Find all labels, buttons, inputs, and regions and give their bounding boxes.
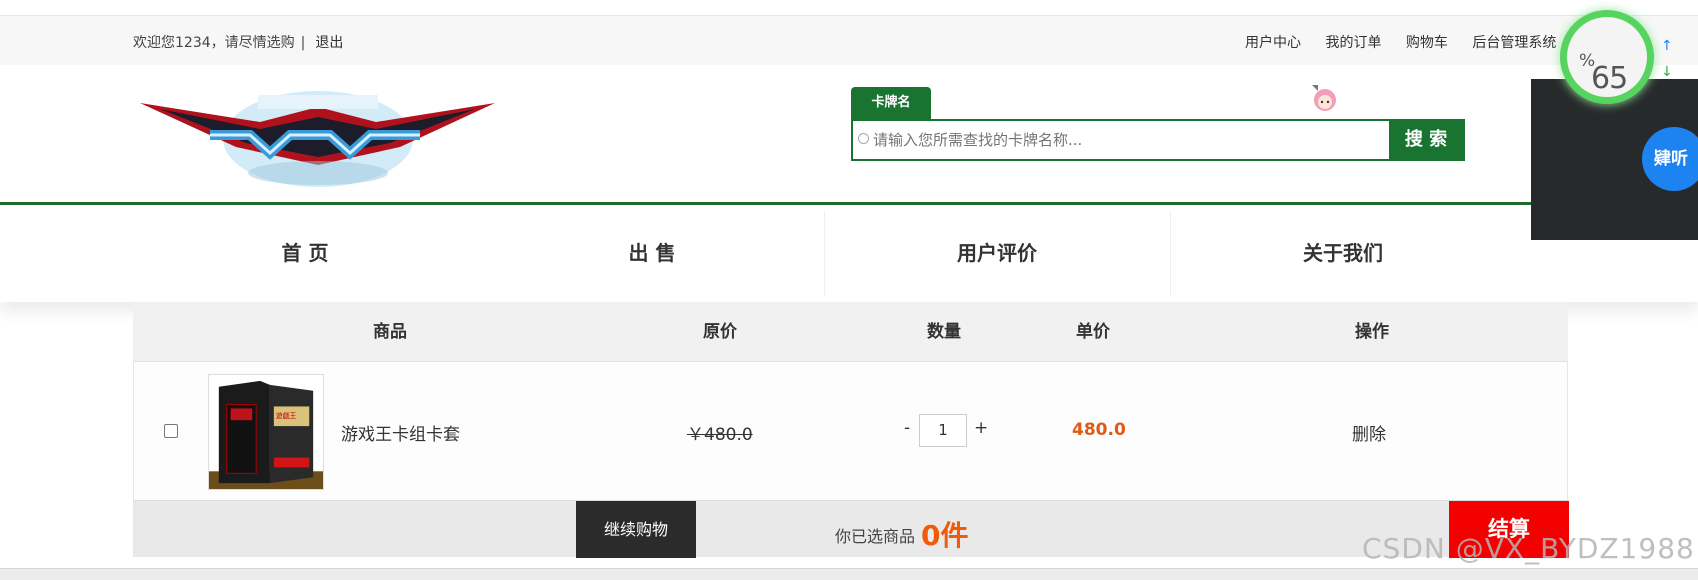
gauge-value: 65 (1591, 61, 1628, 96)
mascot-icon[interactable] (1310, 83, 1340, 115)
download-arrow-icon: ↓ (1661, 64, 1673, 80)
admin-link[interactable]: 后台管理系统 (1472, 35, 1556, 51)
memory-gauge[interactable]: 65% (1560, 10, 1654, 104)
search-button[interactable]: 搜 索 (1389, 121, 1463, 159)
cart-footer: 继续购物 你已选商品 0件 结算 (133, 500, 1569, 558)
header-action: 操作 (1355, 322, 1389, 342)
nav-home[interactable]: 首 页 (205, 205, 405, 302)
quantity-minus-button[interactable]: - (904, 418, 910, 438)
my-orders-link[interactable]: 我的订单 (1325, 35, 1381, 51)
bottom-strip (0, 568, 1698, 580)
header-product: 商品 (373, 322, 407, 342)
nav-divider (1170, 211, 1171, 296)
user-center-link[interactable]: 用户中心 (1245, 35, 1301, 51)
quantity-input[interactable]: 1 (919, 414, 967, 447)
page: 欢迎您1234，请尽情选购 | 退出 用户中心 我的订单 购物车 后台管理系统 卡牌… (0, 0, 1698, 580)
unit-price: 480.0 (1072, 420, 1126, 440)
watermark: CSDN @VX_BYDZ1988 (1362, 532, 1695, 565)
header-quantity: 数量 (927, 322, 961, 342)
top-links: 用户中心 我的订单 购物车 后台管理系统 (1245, 32, 1576, 52)
top-utility-bar: 欢迎您1234，请尽情选购 | 退出 用户中心 我的订单 购物车 后台管理系统 (0, 15, 1698, 65)
cart-link[interactable]: 购物车 (1406, 35, 1448, 51)
search-box: 搜 索 (851, 119, 1465, 161)
header: 卡牌名 搜 索 (0, 65, 1698, 205)
search-tab-card-name[interactable]: 卡牌名 (851, 87, 931, 119)
product-name[interactable]: 游戏王卡组卡套 (341, 420, 460, 445)
continue-shopping-button[interactable]: 继续购物 (576, 501, 696, 558)
nav-divider (824, 211, 825, 296)
cart-table: 商品 原价 数量 单价 操作 遊戯王 游戏王卡组卡套 ￥480.0 - 1 + … (133, 302, 1569, 558)
cart-header-row: 商品 原价 数量 单价 操作 (133, 302, 1568, 362)
site-logo[interactable] (140, 77, 495, 195)
welcome-separator: | (300, 35, 306, 51)
delete-button[interactable]: 删除 (1352, 420, 1386, 445)
logout-link[interactable]: 退出 (315, 35, 343, 51)
header-original-price: 原价 (703, 322, 737, 342)
selected-count: 0件 (921, 519, 969, 552)
product-image[interactable]: 遊戯王 (208, 374, 324, 490)
nav-reviews[interactable]: 用户评价 (897, 205, 1097, 302)
original-price: ￥480.0 (687, 425, 753, 445)
nav-sell[interactable]: 出 售 (552, 205, 752, 302)
cart-item-row: 遊戯王 游戏王卡组卡套 ￥480.0 - 1 + 480.0 删除 (133, 362, 1568, 500)
search-icon (858, 133, 869, 144)
main-nav: 首 页 出 售 用户评价 关于我们 (0, 205, 1698, 302)
welcome-area: 欢迎您1234，请尽情选购 | 退出 (133, 32, 343, 52)
listen-button[interactable]: 肄听 (1642, 127, 1698, 191)
upload-arrow-icon: ↑ (1661, 38, 1673, 54)
nav-about[interactable]: 关于我们 (1243, 205, 1443, 302)
selected-label: 你已选商品 (835, 527, 916, 546)
item-checkbox[interactable] (164, 424, 178, 438)
search-input[interactable] (873, 126, 1333, 154)
svg-text:遊戯王: 遊戯王 (276, 411, 297, 420)
header-unit-price: 单价 (1076, 322, 1110, 342)
quantity-plus-button[interactable]: + (974, 418, 988, 438)
welcome-text: 欢迎您1234，请尽情选购 (133, 35, 295, 51)
selected-summary: 你已选商品 0件 (835, 514, 969, 554)
